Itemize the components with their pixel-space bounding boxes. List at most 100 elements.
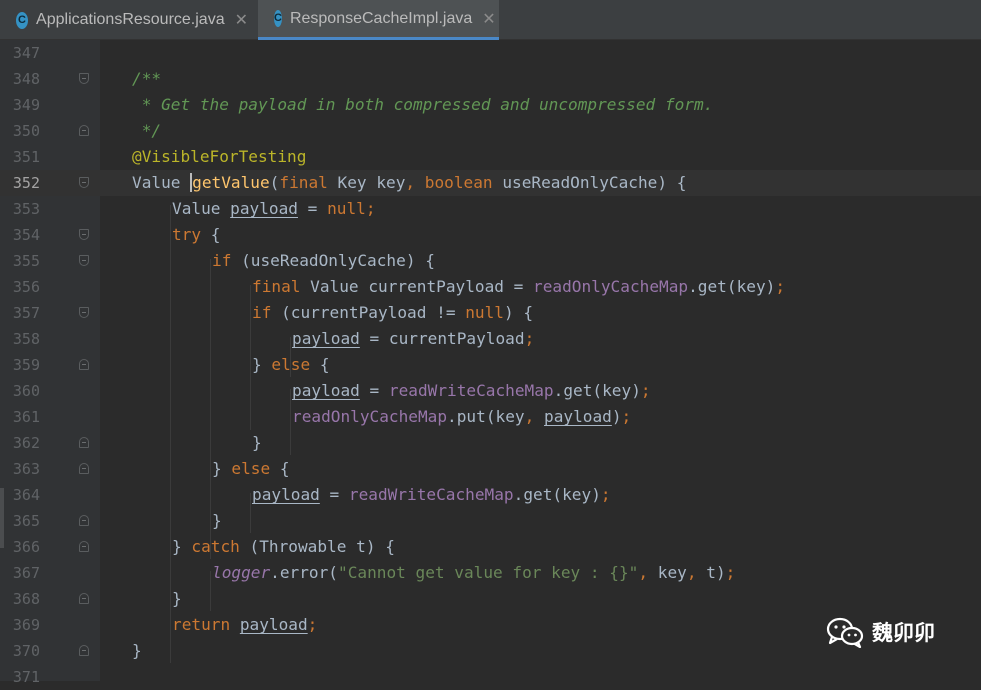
code-token: Throwable — [259, 537, 347, 556]
code-token: payload — [230, 199, 298, 218]
code-token: readOnlyCacheMap — [533, 277, 689, 296]
code-token: readOnlyCacheMap — [292, 407, 448, 426]
code-token: final — [279, 173, 328, 192]
line-number: 357 — [12, 304, 40, 322]
code-token: payload — [292, 329, 360, 348]
doc-comment: * Get the payload in both compressed and… — [132, 95, 714, 114]
code-token: useReadOnlyCache — [250, 251, 406, 270]
code-token: get — [563, 381, 593, 400]
tab-label: ApplicationsResource.java — [36, 11, 225, 28]
close-icon[interactable]: ✕ — [235, 10, 248, 30]
fold-collapse-icon[interactable] — [79, 307, 89, 318]
fold-expand-icon[interactable] — [79, 593, 89, 604]
code-token: key — [602, 381, 632, 400]
code-line[interactable]: 357 if (currentPayload != null) { — [0, 300, 981, 326]
code-token: Value — [172, 199, 221, 218]
code-line[interactable]: 353 Value payload = null; — [0, 196, 981, 222]
code-line[interactable]: 355 if (useReadOnlyCache) { — [0, 248, 981, 274]
annotation: @VisibleForTesting — [132, 147, 307, 166]
fold-expand-icon[interactable] — [79, 125, 89, 136]
line-number: 354 — [12, 226, 40, 244]
line-number: 364 — [12, 486, 40, 504]
fold-expand-icon[interactable] — [79, 463, 89, 474]
code-token: payload — [292, 381, 360, 400]
tab-label: ResponseCacheImpl.java — [289, 9, 473, 27]
fold-expand-icon[interactable] — [79, 437, 89, 448]
code-line[interactable]: 362 } — [0, 430, 981, 456]
code-token: get — [697, 277, 727, 296]
code-token: t — [706, 563, 716, 582]
code-line[interactable]: 351 @VisibleForTesting — [0, 144, 981, 170]
code-line[interactable]: 348 /** — [0, 66, 981, 92]
line-number: 361 — [12, 408, 40, 426]
doc-comment: /** — [132, 69, 162, 88]
tab-response-cache-impl[interactable]: C ResponseCacheImpl.java ✕ — [258, 0, 499, 40]
fold-collapse-icon[interactable] — [79, 177, 89, 188]
code-token: readWriteCacheMap — [348, 485, 514, 504]
code-token: if — [212, 251, 232, 270]
fold-collapse-icon[interactable] — [79, 73, 89, 84]
code-token: payload — [544, 407, 612, 426]
code-line[interactable]: 350 */ — [0, 118, 981, 144]
code-token: key — [562, 485, 592, 504]
code-line[interactable]: 365 } — [0, 508, 981, 534]
code-line[interactable]: 371 — [0, 664, 981, 690]
code-token: payload — [239, 615, 308, 634]
code-token: Value — [310, 277, 359, 296]
fold-expand-icon[interactable] — [79, 359, 89, 370]
close-icon[interactable]: ✕ — [482, 9, 495, 29]
code-token: currentPayload — [388, 329, 525, 348]
code-token: else — [271, 355, 311, 374]
tab-applications-resource[interactable]: C ApplicationsResource.java ✕ — [0, 0, 258, 40]
code-line[interactable]: 349 * Get the payload in both compressed… — [0, 92, 981, 118]
code-token: else — [231, 459, 271, 478]
fold-expand-icon[interactable] — [79, 515, 89, 526]
line-number: 347 — [12, 44, 40, 62]
code-token: currentPayload — [290, 303, 427, 322]
line-number: 351 — [12, 148, 40, 166]
code-token: if — [252, 303, 272, 322]
fold-expand-icon[interactable] — [79, 645, 89, 656]
code-line[interactable]: 358 payload = currentPayload; — [0, 326, 981, 352]
code-line[interactable]: 360 payload = readWriteCacheMap.get(key)… — [0, 378, 981, 404]
code-token: readWriteCacheMap — [388, 381, 554, 400]
line-number: 365 — [12, 512, 40, 530]
line-number: 355 — [12, 252, 40, 270]
code-line[interactable]: 363 } else { — [0, 456, 981, 482]
code-line[interactable]: 347 — [0, 40, 981, 66]
watermark-text: 魏卯卯 — [872, 621, 935, 645]
code-token: return — [172, 615, 231, 634]
code-token: logger — [212, 563, 271, 582]
code-line[interactable]: 361 readOnlyCacheMap.put(key, payload); — [0, 404, 981, 430]
code-line[interactable]: 366 } catch (Throwable t) { — [0, 534, 981, 560]
fold-collapse-icon[interactable] — [79, 229, 89, 240]
code-line-current[interactable]: 352 Value getValue(final Key key, boolea… — [0, 170, 981, 196]
line-number: 369 — [12, 616, 40, 634]
code-token: t — [356, 537, 366, 556]
fold-collapse-icon[interactable] — [79, 255, 89, 266]
code-line[interactable]: 368 } — [0, 586, 981, 612]
code-token: key — [376, 173, 406, 192]
line-number: 367 — [12, 564, 40, 582]
code-line[interactable]: 367 logger.error("Cannot get value for k… — [0, 560, 981, 586]
code-token: null — [465, 303, 504, 322]
line-number: 371 — [12, 668, 40, 686]
code-token: final — [252, 277, 301, 296]
code-token: currentPayload — [368, 277, 504, 296]
method-name: getValue — [190, 173, 270, 192]
code-token: Value — [132, 173, 181, 192]
code-line[interactable]: 356 final Value currentPayload = readOnl… — [0, 274, 981, 300]
string-literal: "Cannot get value for key : {}" — [338, 563, 639, 582]
code-editor[interactable]: 347 348 /** 349 * Get the payload in bot… — [0, 40, 981, 686]
code-token: key — [657, 563, 687, 582]
editor-tab-bar: C ApplicationsResource.java ✕ C Response… — [0, 0, 981, 40]
code-token: boolean — [424, 173, 493, 192]
code-line[interactable]: 354 try { — [0, 222, 981, 248]
line-number: 363 — [12, 460, 40, 478]
code-line[interactable]: 359 } else { — [0, 352, 981, 378]
code-token: key — [736, 277, 766, 296]
code-token: try — [172, 225, 202, 244]
code-token: catch — [191, 537, 240, 556]
code-line[interactable]: 364 payload = readWriteCacheMap.get(key)… — [0, 482, 981, 508]
fold-expand-icon[interactable] — [79, 541, 89, 552]
